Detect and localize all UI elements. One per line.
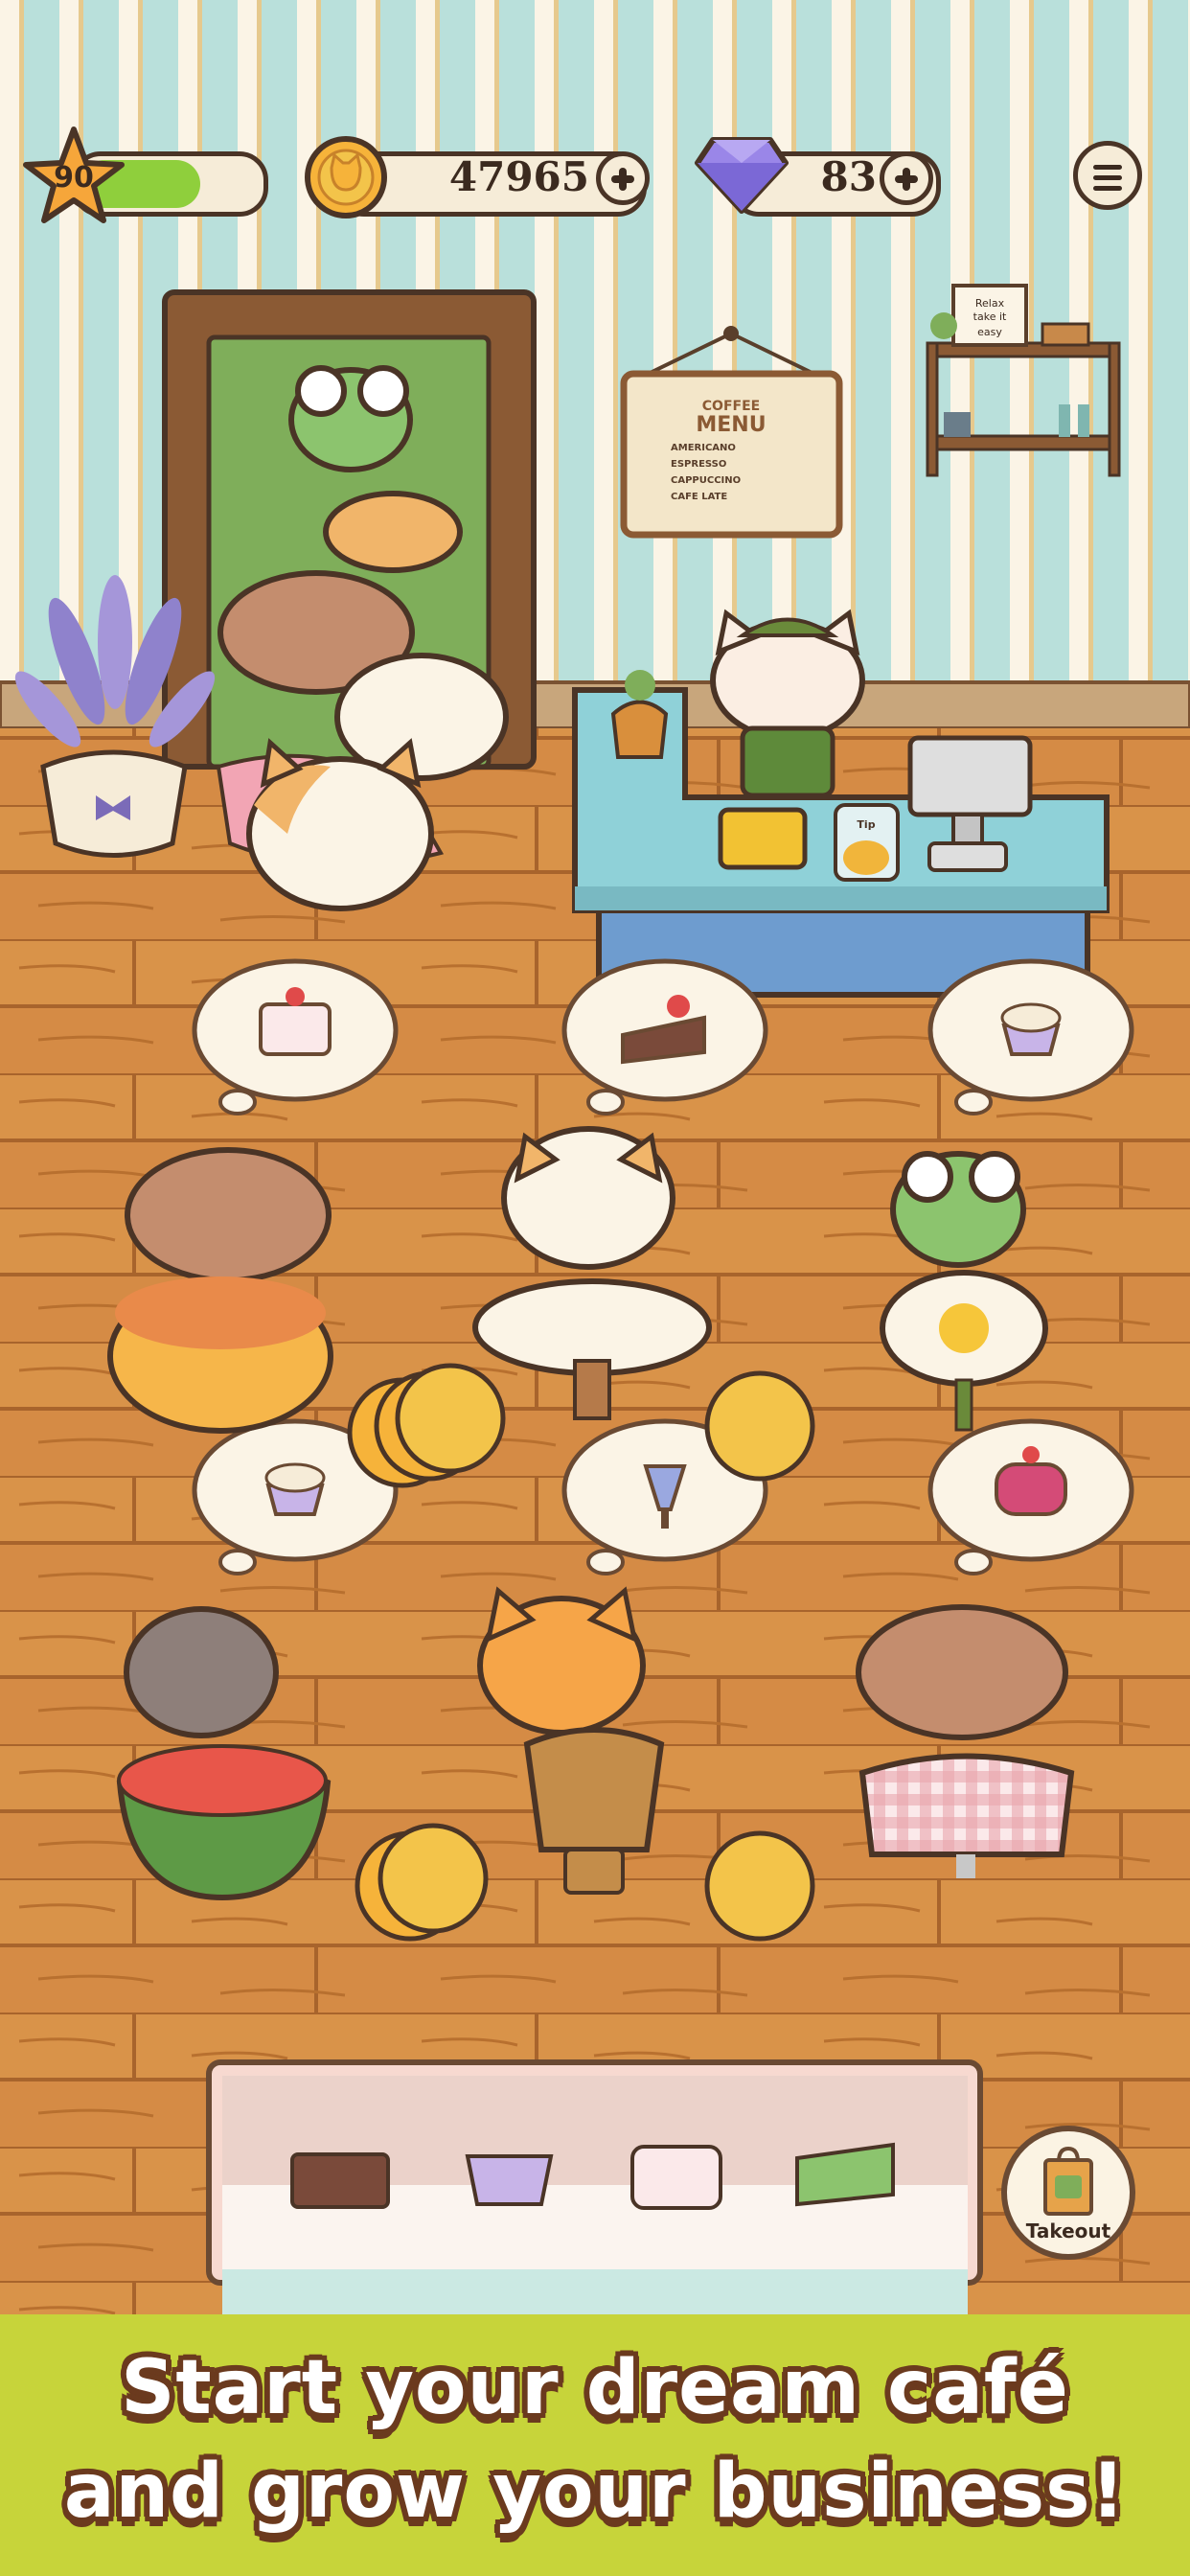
add-gems-button[interactable] (880, 151, 933, 205)
takeout-button[interactable]: Takeout (1001, 2126, 1135, 2260)
gem-amount: 83 (820, 153, 877, 200)
menu-item-espresso: ESPRESSO (671, 459, 726, 470)
shelf-sign-line-2: take it (973, 310, 1007, 323)
dessert-display-case[interactable] (206, 2059, 983, 2314)
tip-jar-label: Tip (857, 818, 875, 831)
coin-stack-3[interactable] (355, 1823, 489, 1942)
cat-coin-icon (305, 136, 387, 218)
coin-stack-2[interactable] (704, 1370, 815, 1482)
dog-customer-pudding-table (107, 1147, 333, 1434)
shelf-sign-line-1: Relax (975, 297, 1005, 310)
promo-banner: Start your dream café and grow your busi… (0, 2314, 1190, 2576)
menu-item-cafe-late: CAFE LATE (671, 492, 727, 502)
shopping-bag-icon (1043, 2146, 1093, 2216)
menu-title: MENU (696, 413, 766, 437)
hamburger-menu-icon[interactable] (1073, 141, 1142, 210)
add-coins-button[interactable] (596, 151, 650, 205)
menu-heading: COFFEE (702, 399, 760, 414)
promo-headline-line-1: Start your dream café (121, 2345, 1069, 2431)
promo-headline-line-2: and grow your business! (63, 2449, 1127, 2535)
shelf-sign-line-3: easy (977, 326, 1002, 338)
level-number: 90 (54, 161, 94, 195)
coin-stack-4[interactable] (704, 1830, 815, 1942)
menu-item-americano: AMERICANO (671, 443, 736, 453)
coin-amount: 47965 (448, 153, 589, 200)
purple-gem-icon (695, 137, 789, 214)
menu-item-cappuccino: CAPPUCCINO (671, 475, 741, 486)
takeout-label: Takeout (1025, 2220, 1111, 2242)
